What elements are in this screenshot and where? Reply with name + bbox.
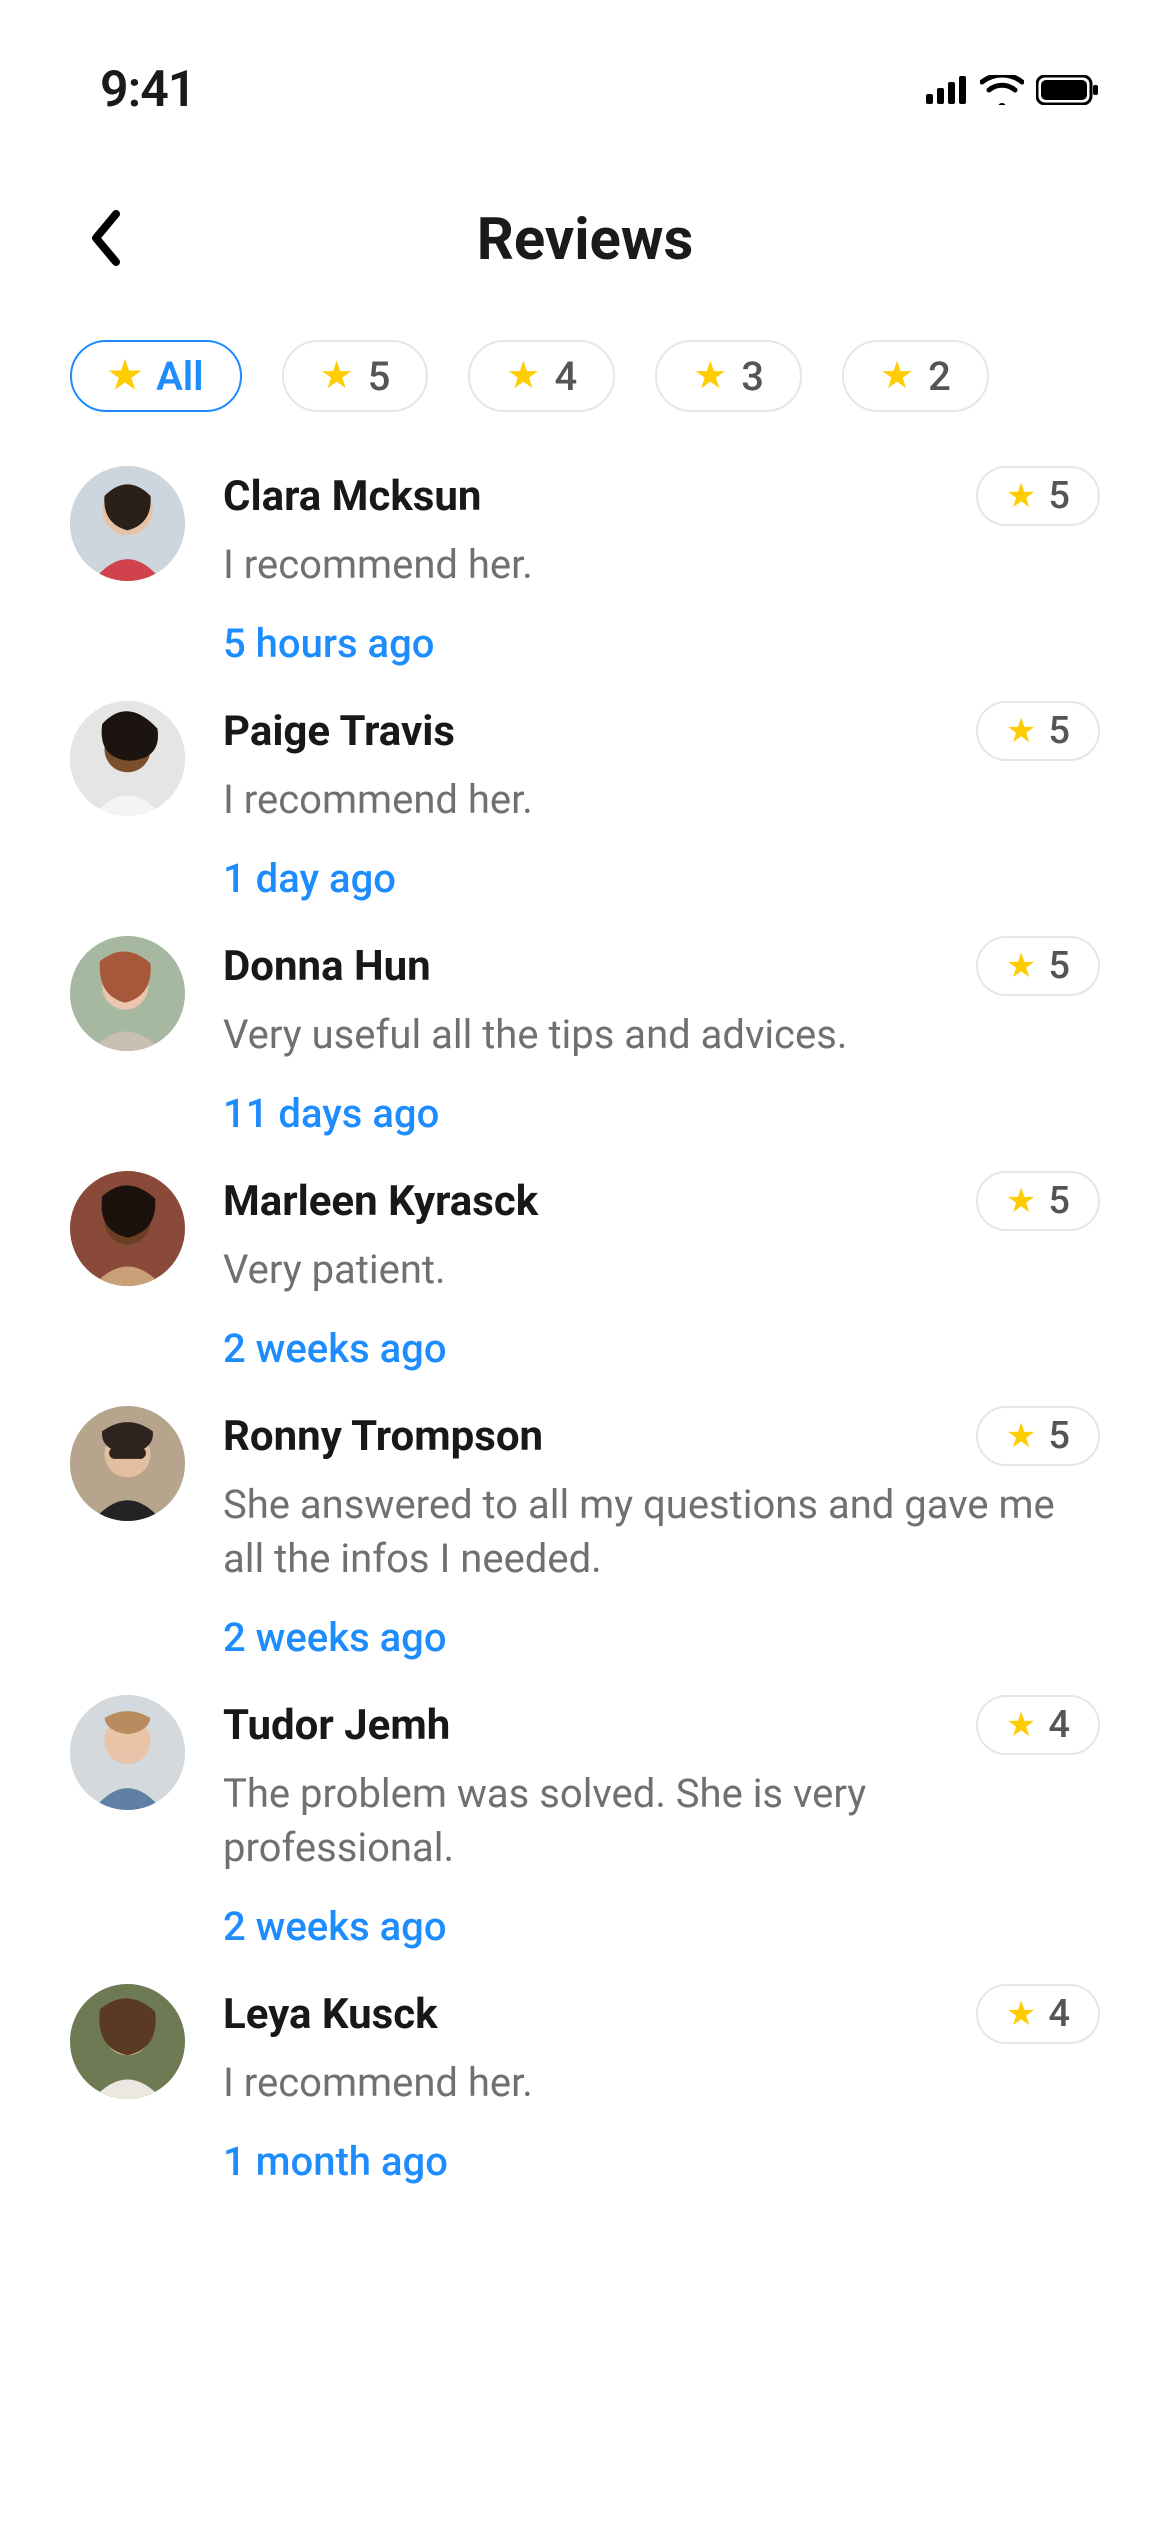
review-content: Tudor Jemh ★ 4 The problem was solved. S… [223,1695,1100,1950]
filter-pill-all[interactable]: ★ All [70,340,242,412]
review-content: Ronny Trompson ★ 5 She answered to all m… [223,1406,1100,1661]
review-item: Paige Travis ★ 5 I recommend her. 1 day … [70,677,1100,912]
reviewer-name: Ronny Trompson [223,1412,543,1461]
reviewer-name: Tudor Jemh [223,1701,450,1750]
filter-bar: ★ All ★ 5 ★ 4 ★ 3 ★ 2 [0,340,1170,412]
review-item: Clara Mcksun ★ 5 I recommend her. 5 hour… [70,442,1100,677]
avatar[interactable] [70,1984,185,2099]
filter-pill-2[interactable]: ★ 2 [842,340,989,412]
avatar[interactable] [70,466,185,581]
review-time: 2 weeks ago [223,1614,1100,1661]
star-icon: ★ [1006,714,1036,748]
rating-value: 5 [1048,474,1070,518]
review-time: 2 weeks ago [223,1903,1100,1950]
reviewer-name: Marleen Kyrasck [223,1177,538,1226]
rating-value: 5 [1048,1179,1070,1223]
review-text: I recommend her. [223,2056,1100,2110]
review-text: Very patient. [223,1243,1100,1297]
review-time: 11 days ago [223,1090,1100,1137]
avatar[interactable] [70,1695,185,1810]
rating-value: 5 [1048,1414,1070,1458]
star-icon: ★ [1006,949,1036,983]
filter-label: 3 [741,353,764,400]
back-button[interactable] [70,205,140,275]
star-icon: ★ [320,357,354,395]
review-time: 5 hours ago [223,620,1100,667]
rating-value: 4 [1048,1992,1070,2036]
star-icon: ★ [880,357,914,395]
cellular-signal-icon [926,76,968,104]
review-time: 1 day ago [223,855,1100,902]
star-icon: ★ [1006,1708,1036,1742]
wifi-icon [980,75,1024,105]
review-item: Tudor Jemh ★ 4 The problem was solved. S… [70,1671,1100,1960]
rating-value: 5 [1048,944,1070,988]
review-item: Ronny Trompson ★ 5 She answered to all m… [70,1382,1100,1671]
review-item: Marleen Kyrasck ★ 5 Very patient. 2 week… [70,1147,1100,1382]
filter-label: 5 [368,353,391,400]
star-icon: ★ [1006,479,1036,513]
rating-value: 5 [1048,709,1070,753]
filter-label: 2 [928,353,951,400]
star-icon: ★ [693,357,727,395]
star-icon: ★ [1006,1997,1036,2031]
chevron-left-icon [88,210,122,270]
filter-label: 4 [554,353,577,400]
star-icon: ★ [506,357,540,395]
rating-badge: ★ 5 [976,936,1100,996]
reviews-list: Clara Mcksun ★ 5 I recommend her. 5 hour… [0,412,1170,2195]
review-time: 1 month ago [223,2138,1100,2185]
page-title: Reviews [477,206,694,274]
star-icon: ★ [108,357,142,395]
avatar[interactable] [70,936,185,1051]
rating-badge: ★ 4 [976,1695,1100,1755]
review-content: Donna Hun ★ 5 Very useful all the tips a… [223,936,1100,1137]
review-content: Paige Travis ★ 5 I recommend her. 1 day … [223,701,1100,902]
review-text: The problem was solved. She is very prof… [223,1767,1100,1875]
filter-pill-3[interactable]: ★ 3 [655,340,802,412]
rating-badge: ★ 5 [976,1406,1100,1466]
battery-icon [1036,75,1100,105]
filter-pill-5[interactable]: ★ 5 [282,340,429,412]
filter-label: All [156,353,203,400]
avatar[interactable] [70,1171,185,1286]
review-text: Very useful all the tips and advices. [223,1008,1100,1062]
rating-badge: ★ 5 [976,701,1100,761]
status-time: 9:41 [100,61,195,119]
review-item: Donna Hun ★ 5 Very useful all the tips a… [70,912,1100,1147]
review-time: 2 weeks ago [223,1325,1100,1372]
rating-value: 4 [1048,1703,1070,1747]
status-icons [926,75,1100,105]
reviewer-name: Paige Travis [223,707,455,756]
review-text: I recommend her. [223,773,1100,827]
nav-bar: Reviews [0,170,1170,310]
review-text: I recommend her. [223,538,1100,592]
avatar[interactable] [70,1406,185,1521]
rating-badge: ★ 4 [976,1984,1100,2044]
reviewer-name: Leya Kusck [223,1990,438,2039]
review-item: Leya Kusck ★ 4 I recommend her. 1 month … [70,1960,1100,2195]
reviewer-name: Donna Hun [223,942,431,991]
review-content: Leya Kusck ★ 4 I recommend her. 1 month … [223,1984,1100,2185]
filter-pill-4[interactable]: ★ 4 [468,340,615,412]
review-text: She answered to all my questions and gav… [223,1478,1100,1586]
rating-badge: ★ 5 [976,1171,1100,1231]
rating-badge: ★ 5 [976,466,1100,526]
star-icon: ★ [1006,1419,1036,1453]
review-content: Marleen Kyrasck ★ 5 Very patient. 2 week… [223,1171,1100,1372]
review-content: Clara Mcksun ★ 5 I recommend her. 5 hour… [223,466,1100,667]
avatar[interactable] [70,701,185,816]
star-icon: ★ [1006,1184,1036,1218]
status-bar: 9:41 [0,0,1170,130]
reviewer-name: Clara Mcksun [223,472,481,521]
